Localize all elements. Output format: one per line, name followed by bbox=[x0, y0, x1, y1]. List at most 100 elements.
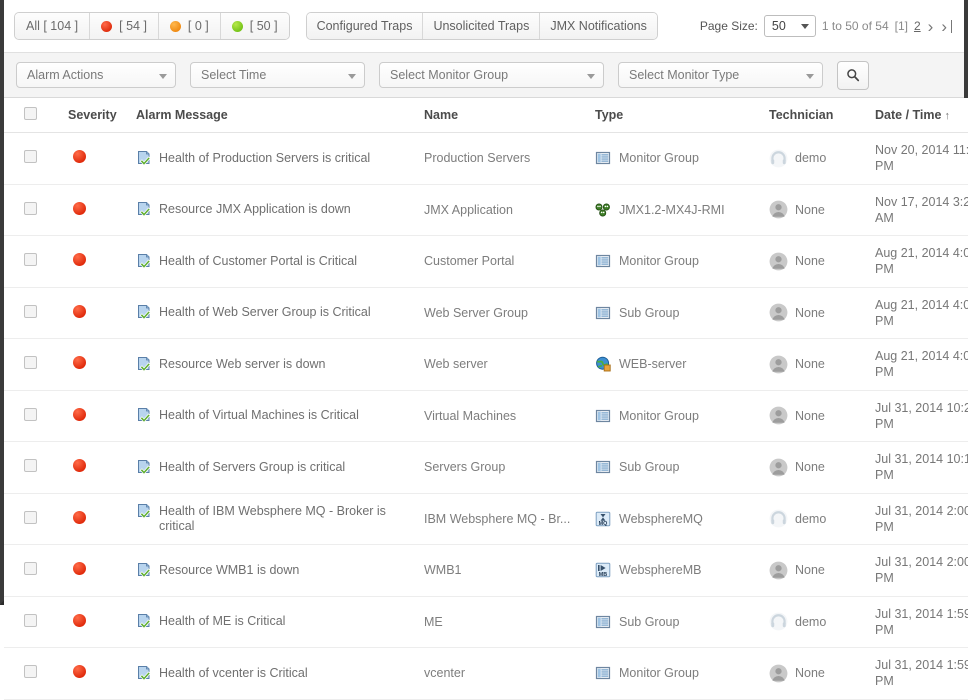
alarm-message-link[interactable]: Health of IBM Websphere MQ - Broker is c… bbox=[159, 503, 418, 535]
header-alarm-message[interactable]: Alarm Message bbox=[136, 98, 424, 133]
alarm-message-link[interactable]: Health of ME is Critical bbox=[159, 613, 285, 630]
alarm-message-cell: Resource JMX Application is down bbox=[136, 184, 424, 236]
alarm-message-link[interactable]: Health of Customer Portal is Critical bbox=[159, 253, 357, 270]
select-monitor-group-dropdown[interactable]: Select Monitor Group bbox=[379, 62, 604, 88]
alarm-message-link[interactable]: Health of Production Servers is critical bbox=[159, 150, 370, 167]
tab-unsolicited-traps[interactable]: Unsolicited Traps bbox=[423, 13, 540, 39]
row-checkbox[interactable] bbox=[24, 562, 37, 575]
date-time-value: Jul 31, 2014 1:59 PM bbox=[875, 607, 968, 637]
technician-name: demo bbox=[795, 615, 826, 629]
select-monitor-type-dropdown[interactable]: Select Monitor Type bbox=[618, 62, 823, 88]
row-checkbox[interactable] bbox=[24, 614, 37, 627]
technician-cell: None bbox=[769, 648, 875, 700]
row-checkbox[interactable] bbox=[24, 511, 37, 524]
alarm-message-link[interactable]: Health of Virtual Machines is Critical bbox=[159, 407, 359, 424]
monitor-type-cell: Monitor Group bbox=[595, 648, 769, 700]
select-time-dropdown[interactable]: Select Time bbox=[190, 62, 365, 88]
alarm-message-link[interactable]: Resource JMX Application is down bbox=[159, 201, 351, 218]
row-checkbox[interactable] bbox=[24, 253, 37, 266]
filter-critical[interactable]: [ 54 ] bbox=[90, 13, 159, 39]
monitor-name-cell: Web server bbox=[424, 339, 595, 391]
monitor-group-icon bbox=[595, 408, 611, 424]
table-row[interactable]: Health of Customer Portal is Critical Cus… bbox=[4, 236, 968, 288]
table-row[interactable]: Resource JMX Application is downJMX Appl… bbox=[4, 184, 968, 236]
monitor-name-cell: Customer Portal bbox=[424, 236, 595, 288]
person-avatar-icon bbox=[769, 664, 788, 683]
header-name[interactable]: Name bbox=[424, 98, 595, 133]
row-checkbox[interactable] bbox=[24, 356, 37, 369]
table-row[interactable]: Health of Virtual Machines is CriticalVi… bbox=[4, 390, 968, 442]
severity-cell bbox=[68, 493, 136, 545]
alarm-actions-dropdown[interactable]: Alarm Actions bbox=[16, 62, 176, 88]
chevron-down-icon bbox=[587, 74, 595, 79]
technician-cell: None bbox=[769, 545, 875, 597]
technician-cell: demo bbox=[769, 133, 875, 185]
chevron-down-icon bbox=[348, 74, 356, 79]
alarm-message-link[interactable]: Resource Web server is down bbox=[159, 356, 326, 373]
filter-all[interactable]: All [ 104 ] bbox=[15, 13, 90, 39]
page-size-select[interactable]: 50 bbox=[764, 15, 816, 37]
table-row[interactable]: Health of Web Server Group is CriticalWe… bbox=[4, 287, 968, 339]
search-button[interactable] bbox=[837, 61, 869, 90]
alarm-message-link[interactable]: Health of Web Server Group is Critical bbox=[159, 304, 371, 321]
row-checkbox[interactable] bbox=[24, 408, 37, 421]
tab-configured-traps[interactable]: Configured Traps bbox=[307, 13, 424, 39]
select-time-label: Select Time bbox=[201, 68, 266, 82]
table-row[interactable]: Resource Web server is downWeb serverWEB… bbox=[4, 339, 968, 391]
table-row[interactable]: Resource WMB1 is downWMB1MBWebsphereMBNo… bbox=[4, 545, 968, 597]
page-size-value: 50 bbox=[772, 19, 786, 33]
websphere-mq-icon: MQ bbox=[595, 511, 611, 527]
alarm-message-cell: Resource Web server is down bbox=[136, 339, 424, 391]
page-size-label: Page Size: bbox=[700, 19, 758, 33]
row-checkbox[interactable] bbox=[24, 459, 37, 472]
monitor-type-cell: Sub Group bbox=[595, 442, 769, 494]
severity-critical-icon bbox=[73, 253, 86, 266]
alarm-message-link[interactable]: Health of Servers Group is critical bbox=[159, 459, 345, 476]
person-avatar-icon bbox=[769, 252, 788, 271]
row-checkbox[interactable] bbox=[24, 665, 37, 678]
severity-cell bbox=[68, 184, 136, 236]
monitor-type-label: Monitor Group bbox=[619, 151, 699, 165]
select-all-checkbox[interactable] bbox=[24, 107, 37, 120]
date-time-cell: Nov 20, 2014 11:10 PM bbox=[875, 133, 968, 185]
filter-clear[interactable]: [ 50 ] bbox=[221, 13, 289, 39]
monitor-type-cell: Monitor Group bbox=[595, 390, 769, 442]
table-row[interactable]: Health of ME is CriticalMESub GroupdemoJ… bbox=[4, 596, 968, 648]
svg-text:MQ: MQ bbox=[599, 521, 608, 527]
page-link-2[interactable]: 2 bbox=[914, 19, 921, 33]
header-type[interactable]: Type bbox=[595, 98, 769, 133]
table-row[interactable]: Health of Production Servers is critical… bbox=[4, 133, 968, 185]
table-row[interactable]: Health of Servers Group is criticalServe… bbox=[4, 442, 968, 494]
tab-jmx-notifications[interactable]: JMX Notifications bbox=[540, 13, 657, 39]
row-checkbox[interactable] bbox=[24, 150, 37, 163]
person-avatar-icon bbox=[769, 303, 788, 322]
filter-critical-label: [ 54 ] bbox=[119, 19, 147, 33]
alarm-message-cell: Resource WMB1 is down bbox=[136, 545, 424, 597]
table-row[interactable]: Health of IBM Websphere MQ - Broker is c… bbox=[4, 493, 968, 545]
technician-name: demo bbox=[795, 151, 826, 165]
top-toolbar: All [ 104 ] [ 54 ] [ 0 ] [ 50 ] Configur… bbox=[4, 0, 964, 52]
headset-avatar-icon bbox=[769, 509, 788, 528]
row-checkbox[interactable] bbox=[24, 202, 37, 215]
last-page-icon[interactable]: › bbox=[940, 18, 952, 35]
next-page-icon[interactable]: › bbox=[927, 18, 935, 35]
alarm-message-link[interactable]: Health of vcenter is Critical bbox=[159, 665, 308, 682]
filter-warning[interactable]: [ 0 ] bbox=[159, 13, 221, 39]
row-select-cell bbox=[4, 133, 68, 185]
table-row[interactable]: Health of vcenter is Critical vcenterMoni… bbox=[4, 648, 968, 700]
header-severity[interactable]: Severity bbox=[68, 98, 136, 133]
severity-critical-icon bbox=[73, 562, 86, 575]
monitor-name-cell: vcenter bbox=[424, 648, 595, 700]
technician-cell: demo bbox=[769, 493, 875, 545]
websphere-mb-icon: MB bbox=[595, 562, 611, 578]
alarm-message-cell: Health of IBM Websphere MQ - Broker is c… bbox=[136, 493, 424, 545]
chevron-down-icon bbox=[159, 74, 167, 79]
date-time-value: Aug 21, 2014 4:05 PM bbox=[875, 246, 968, 276]
header-technician[interactable]: Technician bbox=[769, 98, 875, 133]
row-checkbox[interactable] bbox=[24, 305, 37, 318]
alarm-message-cell: Health of Web Server Group is Critical bbox=[136, 287, 424, 339]
monitor-group-icon bbox=[595, 665, 611, 681]
header-date-time[interactable]: Date / Time↑ bbox=[875, 98, 968, 133]
alarm-message-link[interactable]: Resource WMB1 is down bbox=[159, 562, 299, 579]
date-time-value: Jul 31, 2014 1:59 PM bbox=[875, 658, 968, 688]
